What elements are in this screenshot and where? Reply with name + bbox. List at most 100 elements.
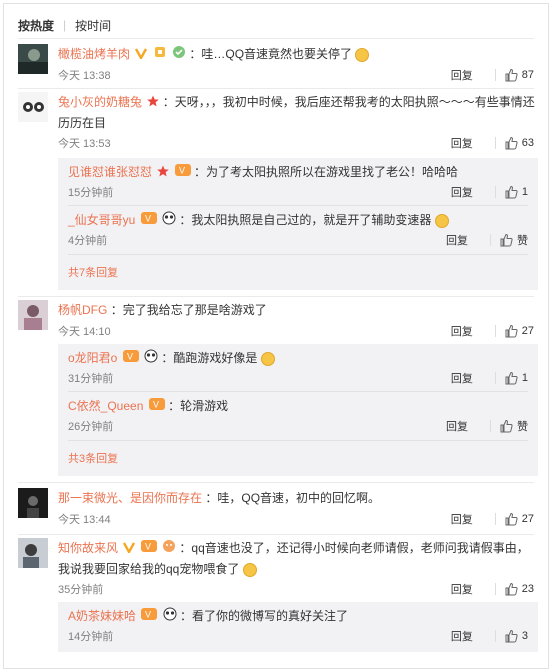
username-link[interactable]: A奶茶妹妹哈 <box>68 609 136 623</box>
comment-time: 今天 13:53 <box>58 138 111 150</box>
like-button[interactable]: 27 <box>504 324 534 338</box>
like-count: 1 <box>521 185 528 198</box>
comment-meta: 今天 13:44 回复 27 <box>58 510 534 528</box>
reply-item: o龙阳君o V ：酷跑游戏好像是 31分钟前 回复 1 <box>68 348 528 387</box>
avatar-image <box>18 44 48 74</box>
avatar[interactable] <box>18 92 48 122</box>
sort-by-hot-tab[interactable]: 按热度 <box>18 17 54 34</box>
avatar-image <box>18 538 48 568</box>
v-badge-icon <box>123 539 136 559</box>
star-badge-icon <box>157 163 170 183</box>
username-link[interactable]: C依然_Queen <box>68 399 143 413</box>
username-link[interactable]: 那一束微光、是因你而存在 <box>58 491 202 505</box>
comment-time: 35分钟前 <box>58 584 104 596</box>
thumbs-up-icon <box>505 324 518 338</box>
reply-time: 14分钟前 <box>68 630 114 643</box>
reply-time: 15分钟前 <box>68 186 114 199</box>
comment-item: 知你故来风 V ：qq音速也没了，还记得小时候向老师请假，老师问我请假事由，我说… <box>18 538 544 600</box>
like-count: 赞 <box>517 420 528 433</box>
meta-divider <box>494 629 496 642</box>
reply-body: ：为了考太阳执照所以在游戏里找了老公！哈哈哈 <box>194 165 459 179</box>
reply-button[interactable]: 回复 <box>451 581 495 597</box>
like-count: 27 <box>521 325 534 337</box>
like-button[interactable]: 赞 <box>499 418 528 434</box>
comment-body: ：完了我给忘了那是啥游戏了 <box>110 303 267 317</box>
comment-meta: 今天 13:53 回复 63 <box>58 134 534 152</box>
meta-divider <box>494 137 496 149</box>
like-button[interactable]: 87 <box>504 68 534 82</box>
meta-divider <box>490 233 491 246</box>
like-button[interactable]: 赞 <box>499 232 528 248</box>
reply-body: ：我太阳执照是自己过的，就是开了辅助变速器 <box>179 213 432 227</box>
crying-face-emoji-icon <box>355 47 370 62</box>
panda-badge-icon <box>144 349 158 369</box>
reply-item: C依然_Queen V ：轮滑游戏 26分钟前 回复 赞 <box>68 396 528 435</box>
meta-divider <box>494 513 496 525</box>
svg-text:V: V <box>145 213 151 223</box>
username-link[interactable]: 知你故来风 <box>58 541 118 555</box>
avatar[interactable] <box>18 488 48 518</box>
view-more-replies-link[interactable]: 共7条回复 <box>68 264 118 280</box>
like-count: 23 <box>521 583 534 595</box>
fan-badge-icon: V <box>141 607 158 627</box>
v-badge-icon <box>135 45 148 65</box>
comment-meta: 今天 13:38 回复 87 <box>58 66 534 84</box>
comment-meta: 35分钟前 回复 23 <box>58 580 534 598</box>
reply-button[interactable]: 回复 <box>451 135 495 151</box>
divider <box>68 440 528 441</box>
avatar[interactable] <box>18 300 48 330</box>
username-link[interactable]: 见谁怼谁张怼怼 <box>68 165 152 179</box>
like-count: 87 <box>521 69 534 81</box>
svg-text:V: V <box>179 165 185 175</box>
fan-badge-icon: V <box>140 539 157 559</box>
username-link[interactable]: 兔小灰的奶糖兔 <box>58 95 142 109</box>
reply-text: C依然_Queen V ：轮滑游戏 <box>68 396 528 417</box>
like-button[interactable]: 63 <box>504 136 534 150</box>
thumbs-up-icon <box>505 371 518 385</box>
comment-time: 今天 13:44 <box>58 514 111 526</box>
username-link[interactable]: 杨帆DFG <box>58 303 107 317</box>
thumbs-up-icon <box>505 512 518 526</box>
reply-time: 4分钟前 <box>68 234 108 247</box>
view-more-replies-link[interactable]: 共3条回复 <box>68 450 118 466</box>
avatar-image <box>18 92 48 122</box>
like-button[interactable]: 1 <box>504 185 528 199</box>
like-count: 63 <box>521 137 534 149</box>
sort-separator: | <box>63 18 67 32</box>
reply-item: A奶茶妹妹哈 V ：看了你的微博写的真好关注了 14分钟前 回复 3 <box>68 606 528 645</box>
comment-body: ：哇，QQ音速，初中的回忆啊。 <box>205 491 381 505</box>
reply-thread: o龙阳君o V ：酷跑游戏好像是 31分钟前 回复 1 C依然_Queen V <box>58 344 538 476</box>
reply-meta: 15分钟前 回复 1 <box>68 183 528 201</box>
comment-item: 兔小灰的奶糖兔 ：天呀，，，我初中时候，我后座还帮我考的太阳执照～～～有些事情还… <box>18 92 544 154</box>
svg-text:V: V <box>145 609 151 619</box>
reply-meta: 31分钟前 回复 1 <box>68 369 528 387</box>
leaf-badge-icon <box>172 45 186 65</box>
reply-button[interactable]: 回复 <box>446 232 490 248</box>
comment-text: 橄榄油烤羊肉 ：哇…QQ音速竟然也要关停了 <box>58 44 538 65</box>
reply-button[interactable]: 回复 <box>446 418 490 434</box>
divider <box>18 534 534 535</box>
comment-panel: 按热度 | 按时间 橄榄油烤羊肉 ：哇…QQ音速竟然也要关停了 今天 13:38… <box>3 3 549 669</box>
reply-button[interactable]: 回复 <box>451 628 495 644</box>
username-link[interactable]: o龙阳君o <box>68 351 117 365</box>
sort-by-time-tab[interactable]: 按时间 <box>75 17 111 34</box>
divider <box>18 482 534 483</box>
reply-button[interactable]: 回复 <box>451 67 495 83</box>
like-count: 3 <box>521 629 528 642</box>
like-count: 赞 <box>517 234 528 247</box>
avatar[interactable] <box>18 44 48 74</box>
reply-button[interactable]: 回复 <box>451 184 495 200</box>
like-button[interactable]: 23 <box>504 582 534 596</box>
avatar[interactable] <box>18 538 48 568</box>
like-button[interactable]: 3 <box>504 629 528 643</box>
reply-button[interactable]: 回复 <box>451 370 495 386</box>
username-link[interactable]: _仙女哥哥yu <box>68 213 135 227</box>
like-button[interactable]: 27 <box>504 512 534 526</box>
meta-divider <box>494 69 496 81</box>
like-count: 27 <box>521 513 534 525</box>
reply-button[interactable]: 回复 <box>451 323 495 339</box>
thumbs-up-icon <box>505 185 518 199</box>
reply-button[interactable]: 回复 <box>451 511 495 527</box>
username-link[interactable]: 橄榄油烤羊肉 <box>58 47 130 61</box>
like-button[interactable]: 1 <box>504 371 528 385</box>
